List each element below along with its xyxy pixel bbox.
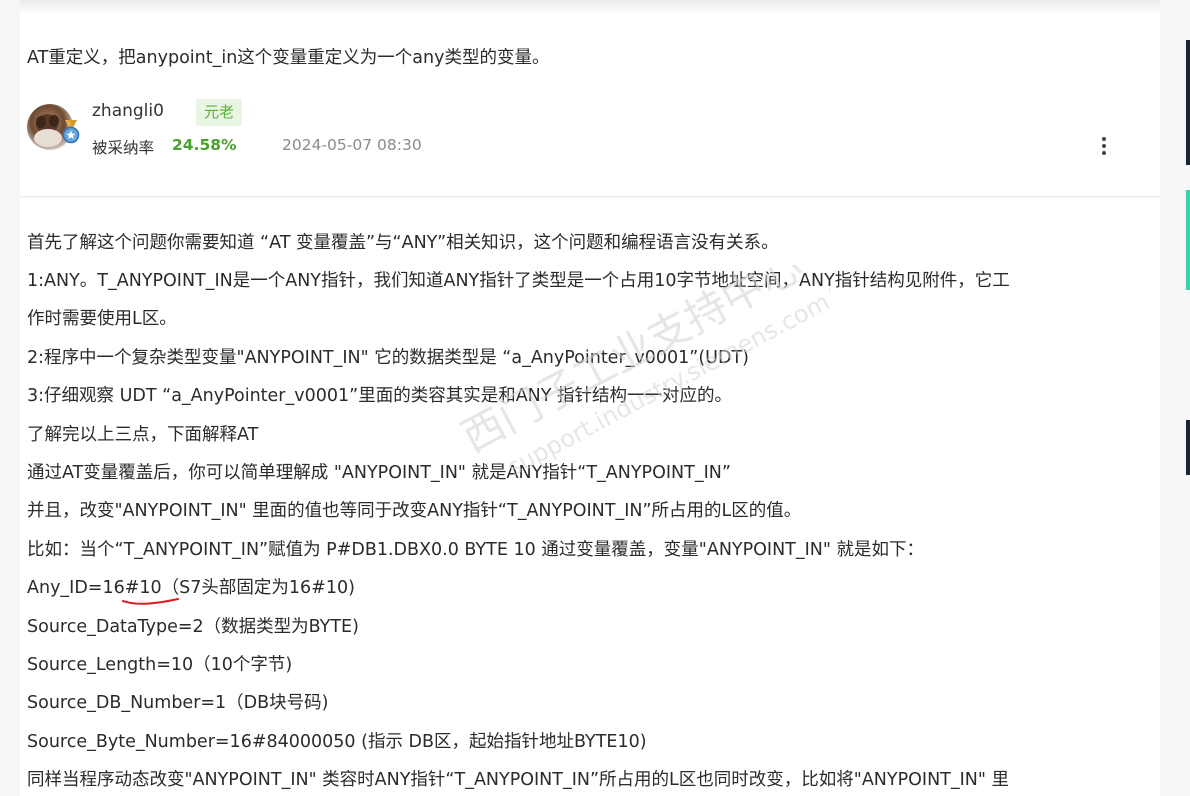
medal-icon (62, 120, 80, 144)
scrollbar-edge-accent (1186, 190, 1190, 290)
top-shadow (20, 0, 1160, 14)
answer-line: 通过AT变量覆盖后，你可以简单理解成 "ANYPOINT_IN" 就是ANY指针… (27, 463, 731, 483)
answer-card-header (20, 0, 1160, 197)
page: AT重定义，把anypoint_in这个变量重定义为一个any类型的变量。 zh… (0, 0, 1190, 796)
previous-answer-text: AT重定义，把anypoint_in这个变量重定义为一个any类型的变量。 (27, 48, 550, 68)
answer-line: 2:程序中一个复杂类型变量"ANYPOINT_IN" 它的数据类型是 “a_An… (27, 348, 749, 368)
more-vertical-icon[interactable] (1096, 135, 1112, 161)
answer-line: 并且，改变"ANYPOINT_IN" 里面的值也等同于改变ANY指针“T_ANY… (27, 501, 802, 521)
answer-line: Source_DataType=2（数据类型为BYTE) (27, 617, 359, 637)
post-timestamp: 2024-05-07 08:30 (282, 136, 422, 154)
scrollbar-edge[interactable] (1186, 40, 1190, 165)
answer-line: Any_ID=16#10（S7头部固定为16#10) (27, 578, 355, 598)
answer-line: 了解完以上三点，下面解释AT (27, 425, 259, 445)
answer-line: Source_Byte_Number=16#84000050 (指示 DB区，起… (27, 732, 647, 752)
scrollbar-edge (1186, 420, 1190, 475)
answer-line: 1:ANY。T_ANYPOINT_IN是一个ANY指针，我们知道ANY指针了类型… (27, 271, 1010, 291)
answer-line: 作时需要使用L区。 (27, 309, 177, 329)
answer-line: 首先了解这个问题你需要知道 “AT 变量覆盖”与“ANY”相关知识，这个问题和编… (27, 233, 779, 253)
username[interactable]: zhangli0 (92, 101, 164, 121)
answer-line: 比如：当个“T_ANYPOINT_IN”赋值为 P#DB1.DBX0.0 BYT… (27, 540, 924, 560)
answer-line: 同样当程序动态改变"ANYPOINT_IN" 类容时ANY指针“T_ANYPOI… (27, 770, 1009, 790)
answer-line: Source_DB_Number=1（DB块号码) (27, 693, 329, 713)
rank-badge: 元老 (196, 99, 242, 126)
accept-rate-label: 被采纳率 (92, 139, 155, 157)
accept-rate-value: 24.58% (172, 136, 237, 154)
answer-line: Source_Length=10（10个字节) (27, 655, 293, 675)
answer-line: 3:仔细观察 UDT “a_AnyPointer_v0001”里面的类容其实是和… (27, 386, 733, 406)
